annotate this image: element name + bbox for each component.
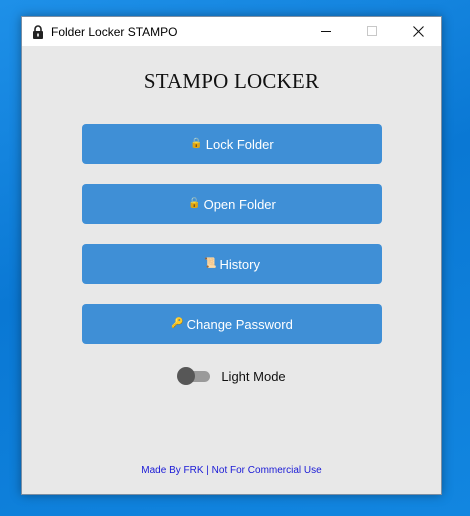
title-bar[interactable]: Folder Locker STAMPO	[22, 17, 441, 46]
lock-folder-button[interactable]: 🔒 Lock Folder	[82, 124, 382, 164]
window-title: Folder Locker STAMPO	[51, 24, 178, 39]
minimize-icon	[320, 31, 331, 32]
footer-credit: Made By FRK | Not For Commercial Use	[141, 465, 322, 476]
toggle-knob	[177, 367, 196, 385]
lock-icon: 🔒	[190, 138, 203, 149]
change-password-label: Change Password	[186, 316, 293, 332]
history-label: History	[219, 256, 260, 272]
open-folder-button[interactable]: 🔓 Open Folder	[82, 184, 382, 224]
unlock-icon: 🔓	[188, 198, 201, 209]
key-icon: 🔑	[171, 318, 184, 329]
scroll-icon: 📜	[204, 258, 217, 269]
maximize-icon	[366, 26, 377, 36]
lock-folder-label: Lock Folder	[205, 136, 274, 152]
desktop-background: Folder Locker STAMPO STAMPO LOCKER 🔒 Loc…	[0, 0, 470, 516]
open-folder-label: Open Folder	[203, 196, 276, 212]
light-mode-label: Light Mode	[221, 368, 286, 384]
page-title: STAMPO LOCKER	[143, 69, 320, 93]
close-icon	[412, 26, 424, 37]
minimize-button[interactable]	[303, 17, 349, 46]
padlock-icon	[32, 24, 44, 39]
close-button[interactable]	[395, 17, 441, 46]
history-button[interactable]: 📜 History	[82, 244, 382, 284]
light-mode-row: Light Mode	[22, 365, 441, 387]
app-window: Folder Locker STAMPO STAMPO LOCKER 🔒 Loc…	[21, 16, 442, 495]
light-mode-toggle[interactable]	[177, 367, 211, 385]
change-password-button[interactable]: 🔑 Change Password	[82, 304, 382, 344]
maximize-button[interactable]	[349, 17, 395, 46]
